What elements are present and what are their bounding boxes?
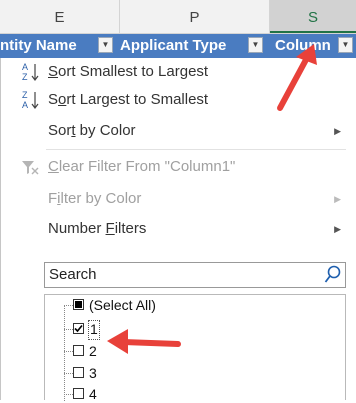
value-label-3[interactable]: 3 [89,364,97,382]
tree-connector [64,394,73,395]
column-header-e[interactable]: E [0,0,120,33]
search-icon [324,265,342,290]
value-checkbox-1[interactable] [73,323,84,334]
sort-descending-icon: Z A [21,86,41,114]
annotation-arrow-up-icon [277,44,317,111]
tree-connector [64,351,73,352]
value-checkbox-2[interactable] [73,345,84,356]
value-label-4[interactable]: 4 [89,385,97,403]
number-filters-label: Number Filters [48,220,147,237]
select-all-checkbox[interactable] [73,299,84,310]
filter-by-color-label: Filter by Color [48,190,142,207]
column-header-p[interactable]: P [120,0,270,33]
header-applicant-type: Applicant Type [120,37,227,54]
clear-filter-item: Clear Filter From "Column1" [1,153,351,181]
tree-connector [64,305,65,401]
filter-values-list: (Select All) 1 2 3 4 [44,294,346,403]
svg-text:A: A [22,100,28,110]
tree-connector [64,373,73,374]
menu-separator [46,149,346,150]
svg-text:Z: Z [22,72,28,82]
filter-dropdown-active-icon[interactable]: ▼ [338,37,353,53]
number-filters-item[interactable]: Number Filters ▶ [1,215,351,243]
select-all-label[interactable]: (Select All) [89,296,156,314]
submenu-arrow-icon: ▶ [334,126,341,136]
filter-sorted-icon[interactable]: ▼ [98,37,113,53]
sort-ascending-icon: A Z [21,58,41,86]
search-input[interactable]: Search [44,262,346,288]
annotation-arrow-left-icon [107,329,181,354]
filter-dropdown-icon[interactable]: ▼ [248,37,263,53]
clear-filter-icon [21,153,41,181]
clear-filter-label: Clear Filter From "Column1" [48,158,236,175]
filter-by-color-item: Filter by Color ▶ [1,185,351,213]
sort-descending-label: Sort Largest to Smallest [48,91,209,108]
value-label-1[interactable]: 1 [88,320,100,340]
sort-by-color-label: Sort by Color [48,122,136,139]
submenu-arrow-icon: ▶ [334,224,341,234]
value-checkbox-3[interactable] [73,367,84,378]
tree-connector [64,329,73,330]
tree-connector [64,305,73,306]
value-label-2[interactable]: 2 [89,342,97,360]
value-checkbox-4[interactable] [73,388,84,399]
submenu-arrow-icon: ▶ [334,194,341,204]
svg-text:A: A [22,62,28,72]
search-placeholder: Search [49,266,97,283]
header-entity-name: ntity Name [0,37,77,54]
column-header-s[interactable]: S [270,0,356,33]
sort-by-color-item[interactable]: Sort by Color ▶ [1,117,351,145]
column-header-bar: E P S [0,0,356,34]
svg-text:Z: Z [22,90,28,100]
sort-ascending-label: Sort Smallest to Largest [48,63,209,80]
